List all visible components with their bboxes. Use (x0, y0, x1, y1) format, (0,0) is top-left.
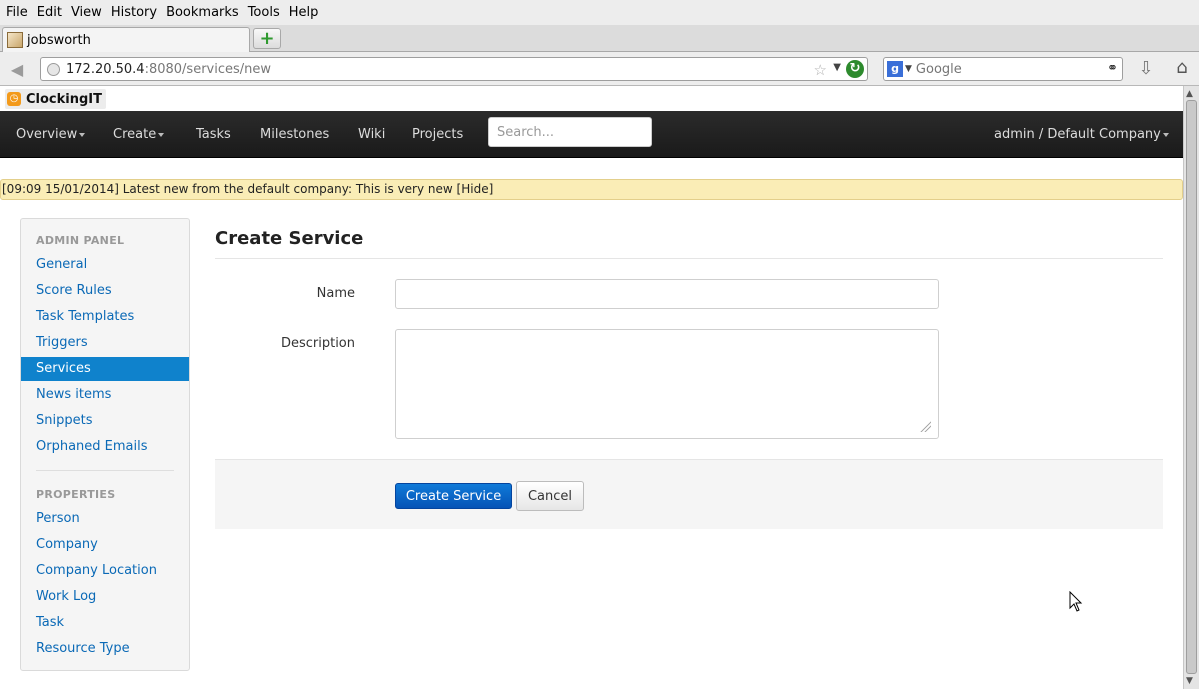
mouse-pointer-icon (1069, 591, 1083, 612)
sidebar-item-triggers[interactable]: Triggers (21, 331, 189, 355)
sidebar-header-properties: PROPERTIES (36, 488, 116, 501)
sidebar-item-work-log[interactable]: Work Log (21, 585, 189, 609)
sidebar-header-admin: ADMIN PANEL (36, 234, 125, 247)
browser-search-bar: g ▼ ⚭ (883, 57, 1123, 81)
reload-icon[interactable]: ↻ (846, 60, 864, 78)
nav-wiki[interactable]: Wiki (358, 111, 385, 158)
sidebar-divider (36, 470, 174, 471)
logo-bar: ◷ ClockingIT (0, 86, 1183, 111)
browser-search-input[interactable] (915, 61, 1086, 77)
description-label: Description (280, 336, 355, 351)
binoculars-icon[interactable]: ⚭ (1107, 61, 1118, 76)
sidebar-item-company[interactable]: Company (21, 533, 189, 557)
logo-text: ClockingIT (26, 91, 103, 107)
name-field[interactable] (395, 279, 939, 309)
sidebar-item-snippets[interactable]: Snippets (21, 409, 189, 433)
new-tab-button[interactable]: + (253, 28, 281, 49)
menu-view[interactable]: View (67, 5, 106, 20)
star-icon[interactable]: ☆ (814, 61, 827, 79)
app-navbar: Overview Create Tasks Milestones Wiki Pr… (0, 111, 1183, 158)
sidebar-item-score-rules[interactable]: Score Rules (21, 279, 189, 303)
clock-icon: ◷ (7, 92, 21, 106)
back-button[interactable]: ◀ (4, 58, 30, 80)
news-banner: [09:09 15/01/2014] Latest new from the d… (0, 179, 1183, 200)
title-divider (215, 258, 1163, 259)
nav-overview-label: Overview (16, 127, 78, 142)
page-viewport: ◷ ClockingIT Overview Create Tasks Miles… (0, 86, 1183, 689)
create-service-button[interactable]: Create Service (395, 483, 512, 509)
menu-edit[interactable]: Edit (33, 5, 66, 20)
resize-grip-icon[interactable] (919, 420, 931, 432)
nav-user-label: admin / Default Company (994, 127, 1161, 142)
scroll-down-icon[interactable]: ▼ (1186, 676, 1193, 686)
menu-bookmarks[interactable]: Bookmarks (162, 5, 243, 20)
menu-history[interactable]: History (107, 5, 161, 20)
sidebar-item-person[interactable]: Person (21, 507, 189, 531)
sidebar-item-orphaned-emails[interactable]: Orphaned Emails (21, 435, 189, 459)
nav-create-label: Create (113, 127, 157, 142)
back-arrow-icon: ◀ (10, 59, 24, 79)
page-favicon-icon (7, 32, 23, 48)
nav-projects[interactable]: Projects (412, 111, 463, 158)
url-path: :8080/services/new (144, 61, 272, 77)
sidebar-item-company-location[interactable]: Company Location (21, 559, 189, 583)
menu-file[interactable]: File (2, 5, 32, 20)
nav-milestones[interactable]: Milestones (260, 111, 329, 158)
description-field[interactable] (395, 329, 939, 439)
scrollbar-thumb[interactable] (1186, 100, 1197, 674)
page-title: Create Service (215, 228, 364, 249)
chevron-down-icon[interactable]: ▼ (905, 64, 912, 74)
browser-tab[interactable]: jobsworth (2, 27, 250, 52)
download-arrow-icon[interactable]: ⇩ (1135, 58, 1157, 80)
news-text: [09:09 15/01/2014] Latest new from the d… (2, 182, 457, 196)
chevron-down-icon[interactable]: ▼ (833, 62, 841, 73)
browser-tabstrip: jobsworth + (0, 25, 1199, 52)
admin-sidebar: ADMIN PANEL General Score Rules Task Tem… (20, 218, 190, 671)
news-hide-link[interactable]: [Hide] (457, 182, 494, 196)
caret-down-icon (1162, 132, 1169, 137)
sidebar-item-task-templates[interactable]: Task Templates (21, 305, 189, 329)
browser-toolbar: ◀ 172.20.50.4:8080/services/new ☆ ▼ ↻ g … (0, 52, 1199, 86)
caret-down-icon (158, 132, 165, 137)
app-logo[interactable]: ◷ ClockingIT (5, 89, 107, 109)
home-icon[interactable]: ⌂ (1170, 57, 1194, 81)
app-search-input[interactable] (488, 117, 652, 147)
name-label: Name (316, 286, 355, 301)
sidebar-item-resource-type[interactable]: Resource Type (21, 637, 189, 661)
menu-help[interactable]: Help (285, 5, 323, 20)
url-bar[interactable]: 172.20.50.4:8080/services/new ☆ ▼ ↻ (40, 57, 868, 81)
nav-tasks[interactable]: Tasks (196, 111, 231, 158)
form-actions: Create Service Cancel (215, 459, 1163, 529)
nav-overview[interactable]: Overview (16, 111, 86, 158)
sidebar-item-general[interactable]: General (21, 253, 189, 277)
menu-tools[interactable]: Tools (244, 5, 284, 20)
tab-title: jobsworth (27, 32, 91, 48)
nav-create[interactable]: Create (113, 111, 165, 158)
caret-down-icon (79, 132, 86, 137)
sidebar-item-services[interactable]: Services (21, 357, 189, 381)
google-icon[interactable]: g (887, 61, 903, 77)
browser-menubar: File Edit View History Bookmarks Tools H… (0, 0, 1199, 25)
globe-icon (47, 62, 60, 76)
plus-icon: + (259, 27, 275, 49)
scroll-up-icon[interactable]: ▲ (1186, 89, 1193, 99)
sidebar-item-news-items[interactable]: News items (21, 383, 189, 407)
sidebar-item-task[interactable]: Task (21, 611, 189, 635)
cancel-button[interactable]: Cancel (516, 481, 584, 511)
url-host: 172.20.50.4 (66, 61, 145, 77)
nav-user-menu[interactable]: admin / Default Company (994, 111, 1169, 158)
page-scrollbar[interactable]: ▲ ▼ (1183, 86, 1199, 689)
